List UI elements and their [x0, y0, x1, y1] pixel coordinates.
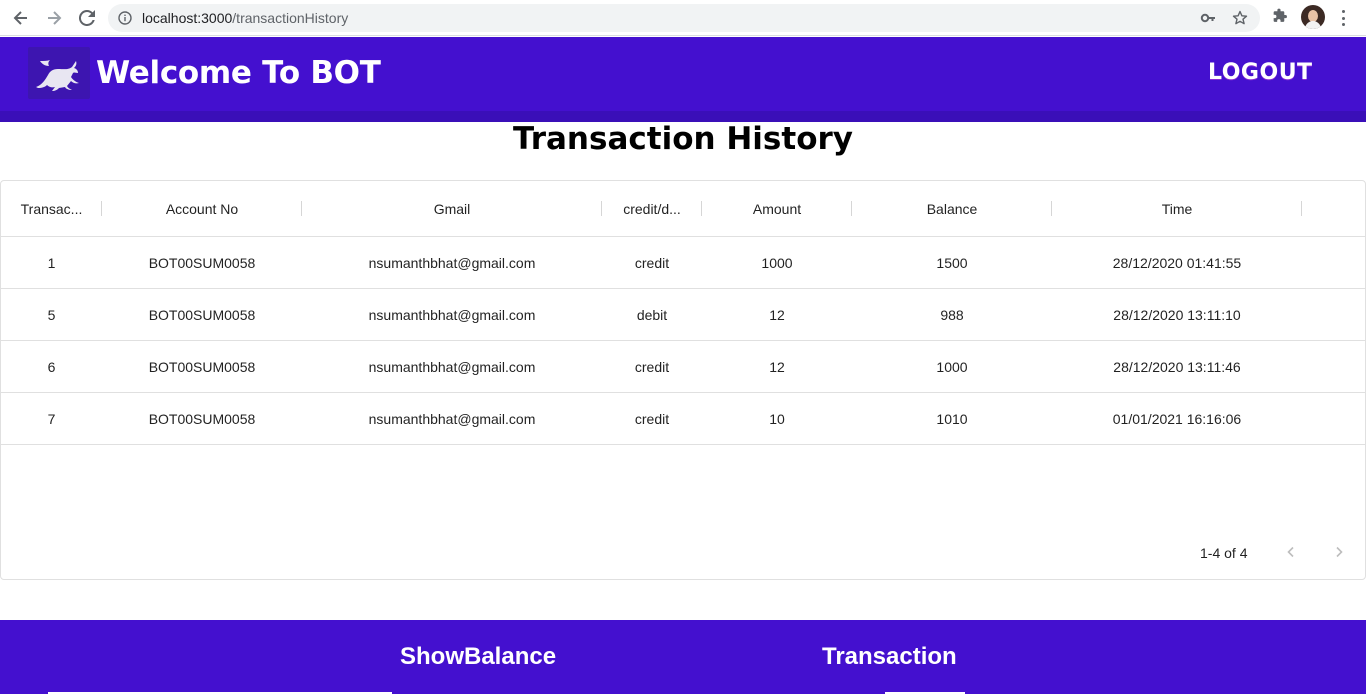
chevron-right-icon[interactable] — [1329, 542, 1349, 562]
cell-account-no: BOT00SUM0058 — [148, 358, 256, 375]
cell-account-no: BOT00SUM0058 — [148, 410, 256, 427]
cell-type: debit — [636, 306, 668, 323]
page-title: Transaction History — [512, 121, 853, 157]
cell-gmail: nsumanthbhat@gmail.com — [368, 306, 536, 323]
app-title: Welcome To BOT — [96, 55, 381, 91]
table-row[interactable]: 6 BOT00SUM0058 nsumanthbhat@gmail.com cr… — [1, 341, 1365, 393]
cell-amount: 1000 — [761, 254, 793, 271]
key-icon[interactable] — [1200, 10, 1216, 31]
show-balance-link[interactable]: ShowBalance — [400, 643, 556, 671]
cell-amount: 12 — [769, 306, 785, 323]
puzzle-icon[interactable] — [1271, 7, 1288, 29]
cell-amount: 10 — [769, 410, 785, 427]
cell-balance: 1000 — [936, 358, 968, 375]
url-path: /transactionHistory — [232, 10, 349, 26]
column-header-balance[interactable]: Balance — [852, 181, 1052, 237]
cell-gmail: nsumanthbhat@gmail.com — [368, 358, 536, 375]
cell-transaction-id: 7 — [47, 410, 56, 427]
back-icon[interactable] — [9, 6, 33, 30]
transaction-grid: Transac... Account No Gmail credit/d... … — [0, 180, 1366, 580]
cell-balance: 1500 — [936, 254, 968, 271]
cell-transaction-id: 6 — [47, 358, 56, 375]
pagination-label: 1-4 of 4 — [1200, 545, 1248, 561]
cell-amount: 12 — [769, 358, 785, 375]
url-host: localhost:3000 — [142, 10, 233, 26]
cell-account-no: BOT00SUM0058 — [148, 306, 256, 323]
column-separator[interactable] — [1301, 201, 1302, 216]
cell-time: 28/12/2020 13:11:10 — [1113, 306, 1241, 323]
forward-icon[interactable] — [42, 6, 66, 30]
column-header-account[interactable]: Account No — [102, 181, 302, 237]
app-footer: ShowBalance Transaction — [0, 620, 1366, 694]
table-row[interactable]: 7 BOT00SUM0058 nsumanthbhat@gmail.com cr… — [1, 393, 1365, 445]
column-header-time[interactable]: Time — [1052, 181, 1302, 237]
url-text[interactable]: localhost:3000/transactionHistory — [142, 10, 348, 26]
column-header-credit-debit[interactable]: credit/d... — [602, 181, 702, 237]
cell-gmail: nsumanthbhat@gmail.com — [368, 410, 536, 427]
star-icon[interactable] — [1232, 10, 1248, 31]
browser-toolbar: localhost:3000/transactionHistory — [0, 0, 1366, 36]
transaction-link[interactable]: Transaction — [822, 643, 957, 671]
cell-time: 28/12/2020 01:41:55 — [1112, 254, 1242, 271]
cell-time: 01/01/2021 16:16:06 — [1112, 410, 1242, 427]
cell-type: credit — [634, 358, 670, 375]
chevron-left-icon[interactable] — [1281, 542, 1301, 562]
cell-transaction-id: 1 — [47, 254, 56, 271]
table-row[interactable]: 1 BOT00SUM0058 nsumanthbhat@gmail.com cr… — [1, 237, 1365, 289]
menu-icon[interactable] — [1337, 8, 1349, 28]
app-header: Welcome To BOT LOGOUT — [0, 37, 1366, 122]
bull-logo — [28, 47, 90, 99]
table-row[interactable]: 5 BOT00SUM0058 nsumanthbhat@gmail.com de… — [1, 289, 1365, 341]
column-header-gmail[interactable]: Gmail — [302, 181, 602, 237]
column-header-amount[interactable]: Amount — [702, 181, 852, 237]
cell-gmail: nsumanthbhat@gmail.com — [368, 254, 536, 271]
cell-time: 28/12/2020 13:11:46 — [1113, 358, 1241, 375]
reload-icon[interactable] — [75, 6, 99, 30]
address-bar[interactable]: localhost:3000/transactionHistory — [108, 4, 1260, 32]
info-icon[interactable] — [118, 11, 132, 30]
cell-type: credit — [634, 410, 670, 427]
column-header-transaction[interactable]: Transac... — [1, 181, 102, 237]
grid-header: Transac... Account No Gmail credit/d... … — [1, 181, 1365, 237]
cell-account-no: BOT00SUM0058 — [148, 254, 256, 271]
avatar-body — [1305, 21, 1321, 29]
cell-type: credit — [634, 254, 670, 271]
profile-avatar[interactable] — [1301, 5, 1325, 29]
logout-button[interactable]: LOGOUT — [1208, 60, 1313, 85]
cell-transaction-id: 5 — [47, 306, 56, 323]
cell-balance: 1010 — [936, 410, 968, 427]
cell-balance: 988 — [940, 306, 964, 323]
